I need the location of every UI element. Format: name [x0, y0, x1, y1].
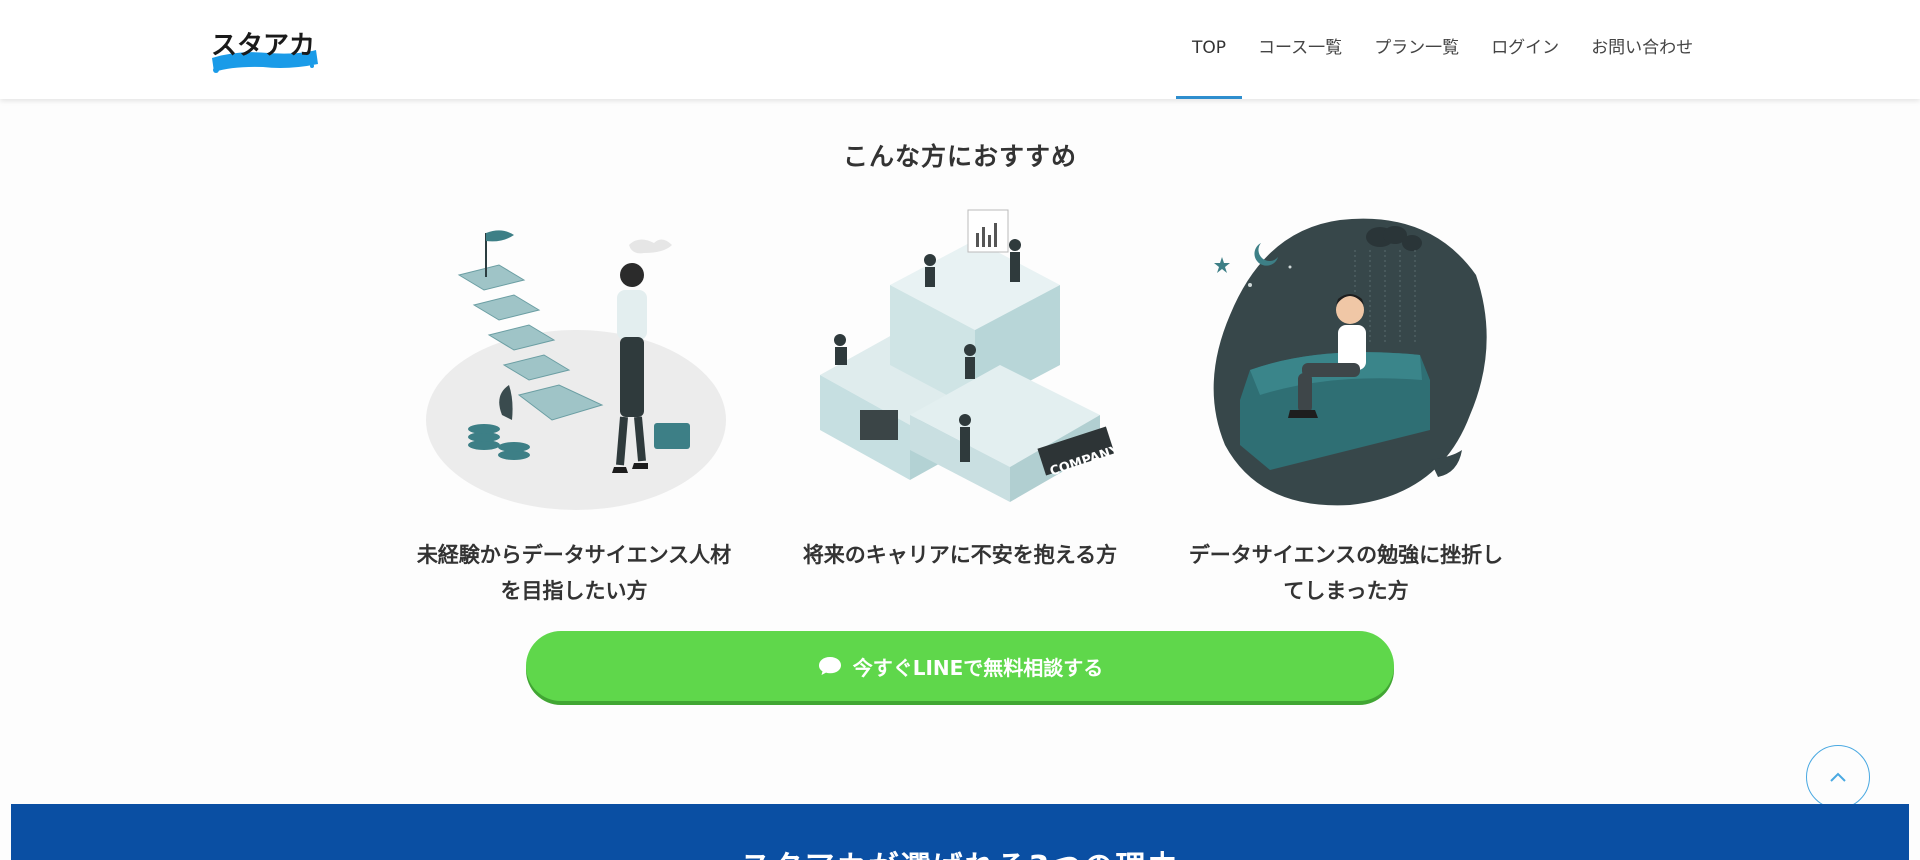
reasons-section-title: スタアカが選ばれる3つの理由	[11, 842, 1909, 860]
nav-top[interactable]: TOP	[1176, 0, 1243, 99]
chevron-up-icon	[1830, 772, 1846, 782]
staaka-logo[interactable]: スタアカ	[208, 20, 320, 80]
recommend-caption-1: 未経験からデータサイエンス人材を目指したい方	[416, 543, 732, 603]
recommend-caption-2: 将来のキャリアに不安を抱える方	[802, 543, 1118, 567]
nav-course-list[interactable]: コース一覧	[1242, 0, 1358, 99]
logo-text: スタアカ	[211, 31, 315, 61]
line-consult-button[interactable]: 今すぐLINEで無料相談する	[526, 631, 1394, 701]
main-nav: TOP コース一覧 プラン一覧 ログイン お問い合わせ	[1176, 0, 1709, 99]
section-title: こんな方におすすめ	[842, 142, 1077, 171]
scroll-to-top-button[interactable]	[1806, 745, 1870, 809]
line-consult-label: 今すぐLINEで無料相談する	[852, 655, 1104, 680]
nav-login[interactable]: ログイン	[1475, 0, 1575, 99]
nav-plan-list[interactable]: プラン一覧	[1358, 0, 1475, 99]
company-office-illustration: COMPANY	[820, 209, 1120, 502]
chat-bubble-icon	[818, 657, 841, 675]
tired-on-sofa-illustration	[1213, 218, 1487, 506]
reasons-section: スタアカが選ばれる3つの理由	[11, 804, 1909, 860]
nav-contact[interactable]: お問い合わせ	[1575, 0, 1709, 99]
stairs-career-illustration	[426, 230, 726, 510]
site-header: スタアカ TOP コース一覧 プラン一覧 ログイン お問い合わせ	[0, 0, 1920, 99]
recommend-caption-3: データサイエンスの勉強に挫折してしまった方	[1188, 543, 1504, 603]
